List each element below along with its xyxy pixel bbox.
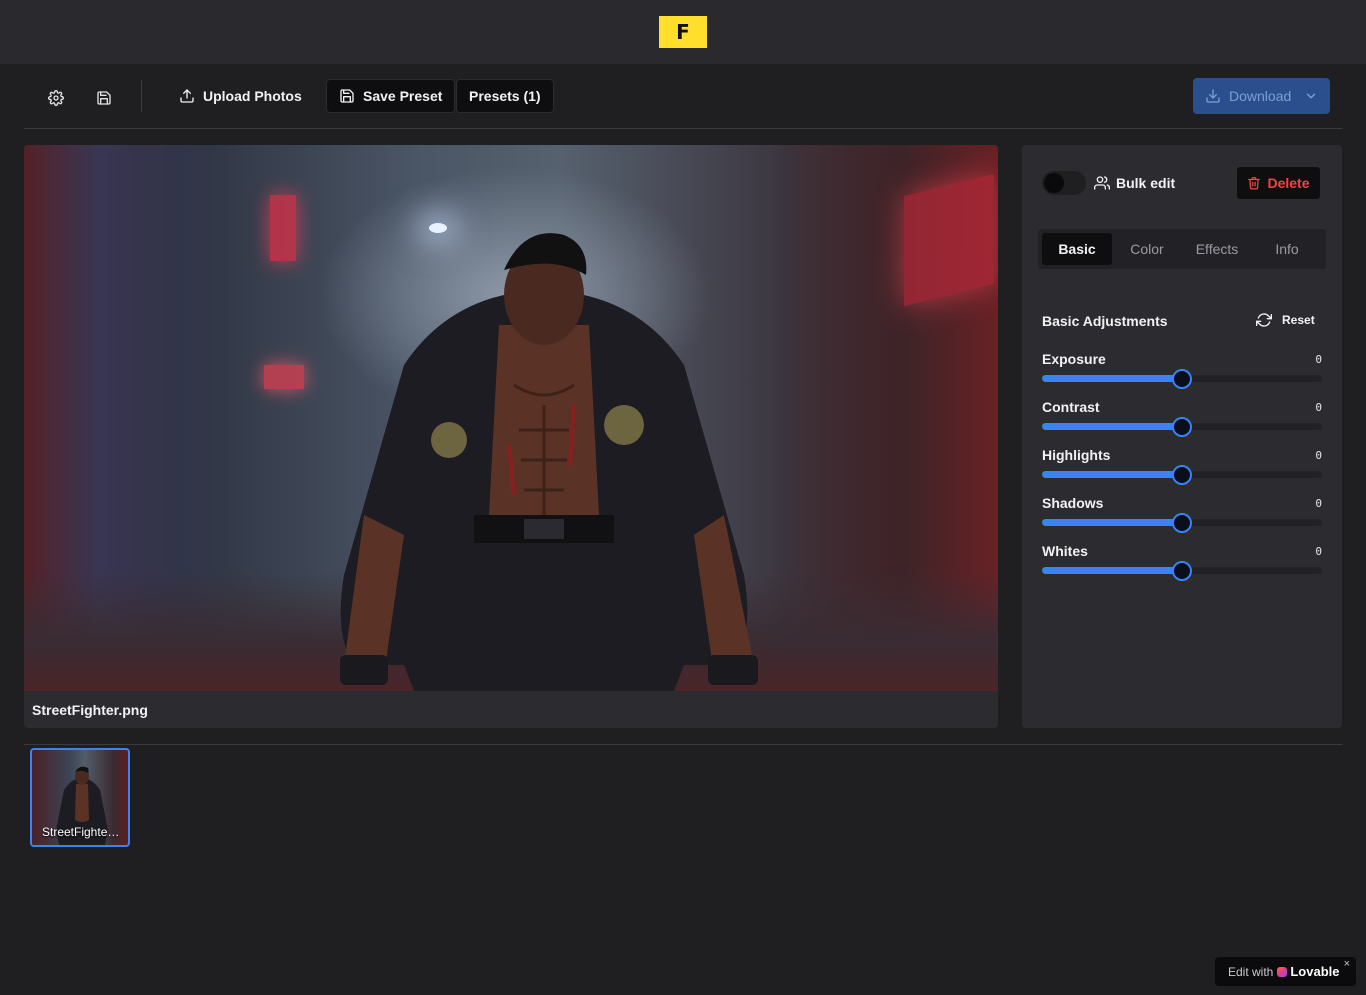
- lovable-heart-icon: [1277, 966, 1288, 977]
- badge-brand-label: Lovable: [1290, 964, 1340, 979]
- image-preview: StreetFighter.png: [24, 145, 998, 728]
- slider-value: 0: [1315, 401, 1322, 414]
- toolbar-divider: [141, 80, 142, 112]
- download-label: Download: [1229, 88, 1292, 104]
- slider-thumb[interactable]: [1172, 561, 1192, 581]
- users-icon: [1094, 176, 1110, 190]
- slider-fill: [1042, 567, 1182, 574]
- slider-whites: Whites 0: [1042, 543, 1322, 583]
- slider-fill: [1042, 519, 1182, 526]
- gear-icon: [48, 90, 64, 106]
- close-icon[interactable]: ×: [1344, 958, 1350, 970]
- slider-label: Exposure: [1042, 351, 1106, 367]
- slider-label: Whites: [1042, 543, 1088, 559]
- slider-track[interactable]: [1042, 465, 1322, 485]
- settings-button[interactable]: [40, 82, 72, 114]
- upload-photos-label: Upload Photos: [203, 88, 302, 104]
- adjustment-panel: Bulk edit Delete Basic Color Effects Inf…: [1022, 145, 1342, 728]
- slider-value: 0: [1315, 353, 1322, 366]
- upload-icon: [180, 89, 194, 103]
- tab-effects[interactable]: Effects: [1182, 233, 1252, 265]
- reset-label: Reset: [1282, 313, 1315, 327]
- slider-thumb[interactable]: [1172, 465, 1192, 485]
- tab-basic[interactable]: Basic: [1042, 233, 1112, 265]
- download-button[interactable]: Download: [1193, 78, 1330, 114]
- bulk-edit-toggle[interactable]: [1042, 171, 1086, 195]
- slider-label: Shadows: [1042, 495, 1104, 511]
- filmstrip-divider: [24, 744, 1342, 745]
- edit-with-lovable-badge[interactable]: Edit with Lovable ×: [1215, 957, 1356, 986]
- download-icon: [1206, 89, 1220, 103]
- slider-fill: [1042, 471, 1182, 478]
- tab-info[interactable]: Info: [1252, 233, 1322, 265]
- presets-button[interactable]: Presets (1): [456, 79, 554, 113]
- toggle-knob: [1044, 173, 1064, 193]
- reset-button[interactable]: Reset: [1256, 312, 1315, 328]
- floppy-icon: [97, 91, 111, 105]
- delete-label: Delete: [1267, 175, 1310, 191]
- slider-value: 0: [1315, 497, 1322, 510]
- filmstrip-thumbnail[interactable]: StreetFighter.png: [30, 748, 130, 847]
- slider-highlights: Highlights 0: [1042, 447, 1322, 487]
- toolbar: Upload Photos Save Preset Presets (1) Do…: [24, 64, 1342, 129]
- trash-icon: [1248, 177, 1261, 190]
- slider-exposure: Exposure 0: [1042, 351, 1322, 391]
- neon-sign: [264, 365, 304, 389]
- bulk-edit-label: Bulk edit: [1116, 175, 1176, 191]
- slider-value: 0: [1315, 545, 1322, 558]
- delete-button[interactable]: Delete: [1236, 166, 1321, 200]
- slider-thumb[interactable]: [1172, 513, 1192, 533]
- slider-thumb[interactable]: [1172, 417, 1192, 437]
- section-title: Basic Adjustments: [1042, 313, 1168, 329]
- top-bar: F: [0, 0, 1366, 64]
- slider-track[interactable]: [1042, 513, 1322, 533]
- save-button[interactable]: [88, 82, 120, 114]
- neon-sign: [270, 195, 296, 261]
- bulk-edit[interactable]: Bulk edit: [1094, 175, 1175, 191]
- slider-fill: [1042, 375, 1182, 382]
- app-logo[interactable]: F: [659, 16, 707, 48]
- preview-filename: StreetFighter.png: [32, 702, 148, 718]
- save-preset-button[interactable]: Save Preset: [326, 79, 456, 113]
- slider-track[interactable]: [1042, 561, 1322, 581]
- preview-photo[interactable]: [24, 145, 998, 691]
- presets-label: Presets (1): [469, 88, 541, 104]
- slider-track[interactable]: [1042, 369, 1322, 389]
- fighter-figure: [340, 233, 758, 691]
- badge-prefix: Edit with: [1228, 964, 1274, 979]
- slider-thumb[interactable]: [1172, 369, 1192, 389]
- slider-fill: [1042, 423, 1182, 430]
- tab-color[interactable]: Color: [1112, 233, 1182, 265]
- thumbnail-filename: StreetFighter.png: [42, 825, 122, 839]
- slider-contrast: Contrast 0: [1042, 399, 1322, 439]
- refresh-icon: [1256, 313, 1272, 327]
- slider-track[interactable]: [1042, 417, 1322, 437]
- neon-sign: [904, 173, 994, 307]
- slider-label: Contrast: [1042, 399, 1100, 415]
- slider-shadows: Shadows 0: [1042, 495, 1322, 535]
- slider-value: 0: [1315, 449, 1322, 462]
- save-preset-label: Save Preset: [363, 88, 443, 104]
- upload-photos-button[interactable]: Upload Photos: [167, 79, 314, 113]
- adjustment-tabs: Basic Color Effects Info: [1038, 229, 1326, 269]
- floppy-icon: [340, 89, 354, 103]
- chevron-down-icon: [1304, 89, 1318, 103]
- slider-label: Highlights: [1042, 447, 1111, 463]
- badge-brand: Lovable: [1277, 964, 1339, 979]
